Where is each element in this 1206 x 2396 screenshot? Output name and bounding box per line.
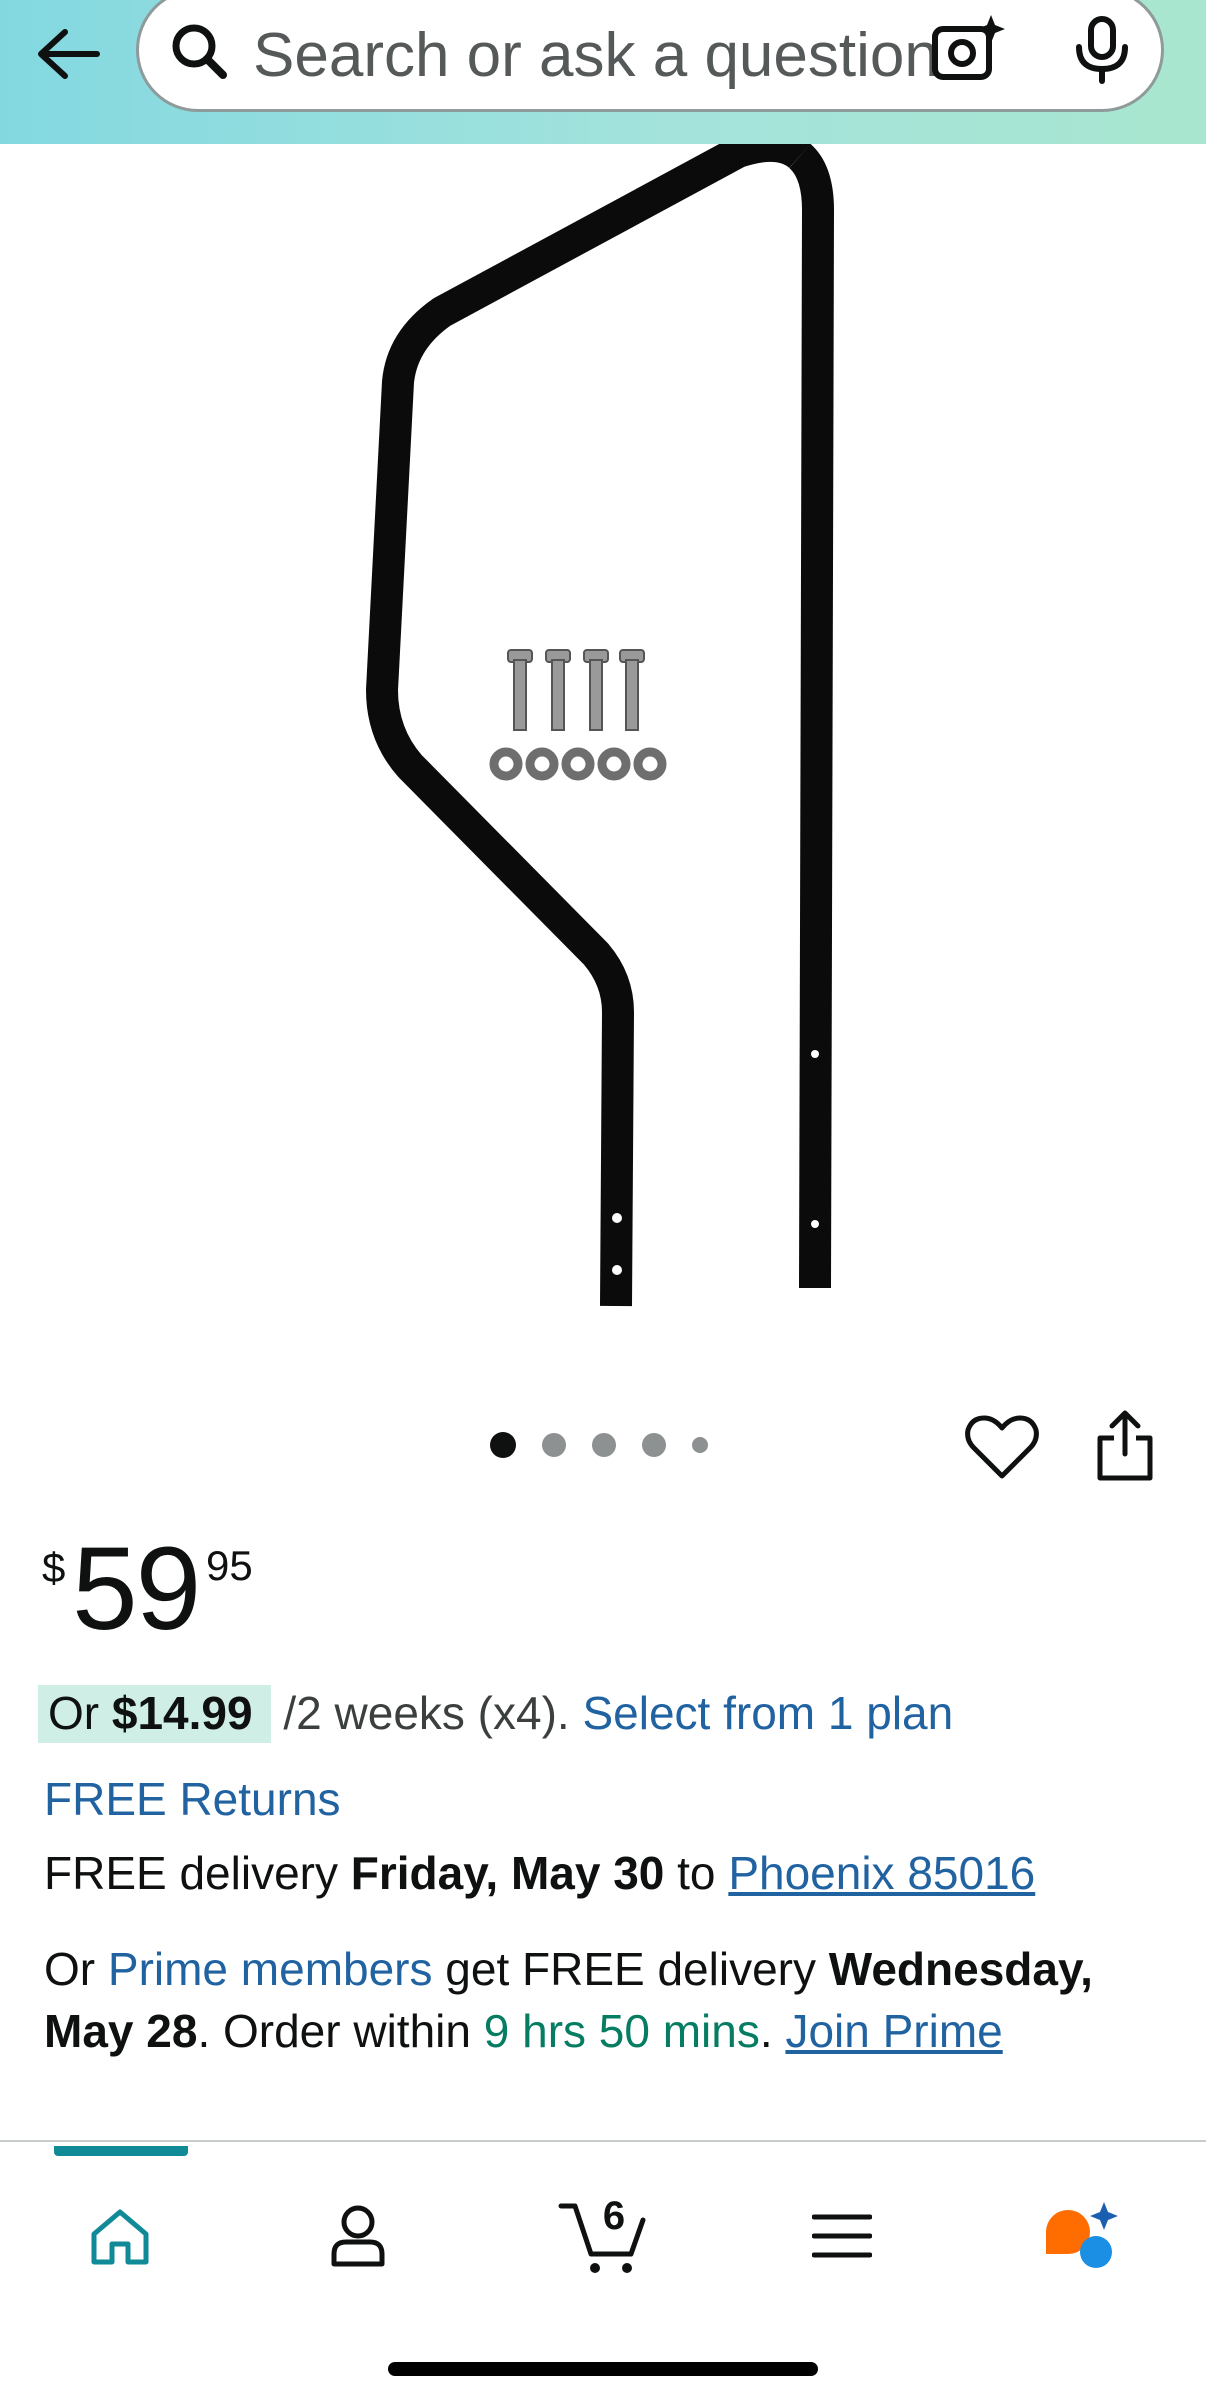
bolts-hardware: [507, 649, 645, 731]
nav-account[interactable]: [310, 2188, 406, 2284]
prime-delivery-line-2: May 28. Order within 9 hrs 50 mins. Join…: [44, 2002, 1003, 2060]
carousel-dot[interactable]: [490, 1432, 516, 1458]
home-indicator-bar: [388, 2362, 818, 2376]
carousel-dot[interactable]: [692, 1437, 708, 1453]
active-tab-indicator: [54, 2146, 188, 2156]
top-search-header: Search or ask a question: [0, 0, 1206, 144]
prime-delivery-line-1: Or Prime members get FREE delivery Wedne…: [44, 1940, 1093, 1998]
select-plan-link[interactable]: Select from 1 plan: [582, 1687, 953, 1739]
prime-members-link[interactable]: Prime members: [108, 1943, 433, 1995]
join-prime-link[interactable]: Join Prime: [785, 2005, 1002, 2057]
user-icon: [331, 2205, 385, 2267]
prime-middle-text: get FREE delivery: [445, 1943, 816, 1995]
carousel-dot[interactable]: [642, 1433, 666, 1457]
prime-date-part1: Wednesday,: [828, 1943, 1093, 1995]
nav-home[interactable]: [72, 2188, 168, 2284]
installment-amount: $14.99: [111, 1687, 253, 1739]
installment-terms: /2 weeks (x4).: [283, 1687, 570, 1739]
prime-order-within: . Order within: [197, 2005, 471, 2057]
delivery-to: to: [677, 1847, 716, 1899]
prime-period: .: [759, 2005, 773, 2057]
nav-rufus[interactable]: [1032, 2188, 1128, 2284]
image-carousel-dots[interactable]: [490, 1430, 734, 1460]
back-button[interactable]: [28, 14, 108, 94]
home-icon: [91, 2209, 149, 2265]
search-bar[interactable]: Search or ask a question: [136, 0, 1164, 112]
nav-menu[interactable]: [794, 2188, 890, 2284]
product-image[interactable]: [0, 144, 1206, 1344]
right-bar-shape: [788, 144, 834, 1289]
nav-cart[interactable]: 6: [554, 2188, 650, 2284]
heart-icon[interactable]: [964, 1414, 1040, 1482]
share-icon[interactable]: [1094, 1408, 1156, 1484]
washers-hardware: [489, 747, 667, 781]
free-returns-link[interactable]: FREE Returns: [44, 1770, 341, 1828]
installment-prefix: Or: [48, 1687, 100, 1739]
carousel-dot[interactable]: [542, 1433, 566, 1457]
price-whole: 59: [72, 1523, 201, 1655]
carousel-dot[interactable]: [592, 1433, 616, 1457]
camera-sparkle-icon[interactable]: [929, 13, 1007, 85]
bottom-navigation: 6: [0, 2140, 1206, 2396]
microphone-icon[interactable]: [1069, 15, 1135, 85]
delivery-date: Friday, May 30: [350, 1847, 665, 1899]
prime-date-part2: May 28: [44, 2005, 198, 2057]
delivery-prefix: FREE delivery: [44, 1847, 338, 1899]
cart-count-badge: 6: [602, 2194, 626, 2238]
prime-prefix: Or: [44, 1943, 96, 1995]
price-currency-symbol: $: [42, 1544, 66, 1591]
delivery-countdown: 9 hrs 50 mins: [483, 2005, 760, 2057]
arrow-left-icon: [38, 29, 100, 79]
price-fraction: 95: [206, 1542, 253, 1589]
delivery-location-link[interactable]: Phoenix 85016: [728, 1847, 1035, 1899]
delivery-info: FREE delivery Friday, May 30 to Phoenix …: [44, 1844, 1035, 1902]
magnifier-icon: [172, 24, 227, 79]
installment-highlight: Or $14.99: [38, 1685, 271, 1743]
search-input[interactable]: Search or ask a question: [253, 21, 1013, 91]
hamburger-menu-icon: [812, 2214, 872, 2258]
installment-offer: Or $14.99 /2 weeks (x4). Select from 1 p…: [38, 1684, 953, 1743]
ai-assistant-icon: [1046, 2202, 1118, 2268]
